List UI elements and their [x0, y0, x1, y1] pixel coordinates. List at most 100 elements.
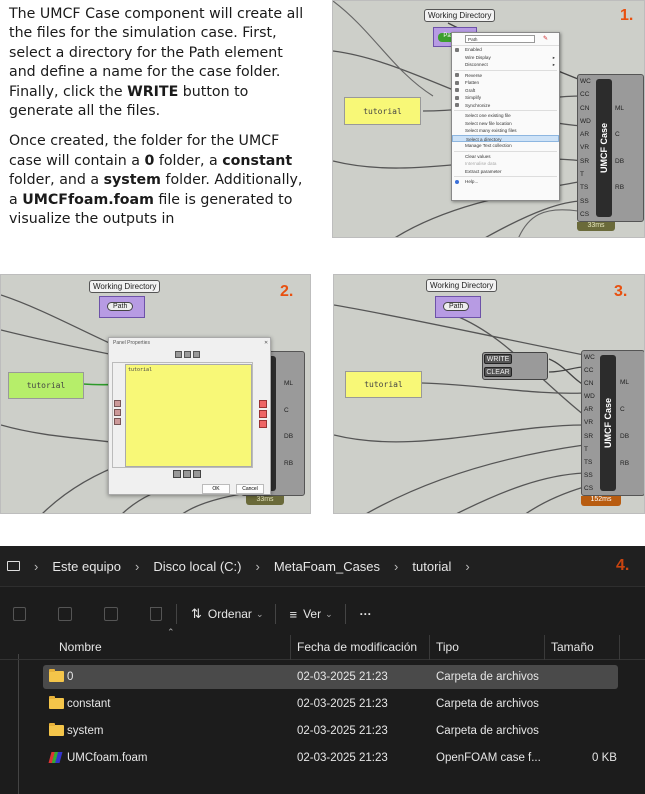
chevron-right-icon: ›: [394, 558, 399, 574]
output-c[interactable]: C: [615, 131, 624, 138]
file-row-system[interactable]: system 02-03-2025 21:23 Carpeta de archi…: [43, 719, 618, 743]
umcf-case-component[interactable]: WC CC CN WD AR VR SR T TS SS CS UMCF Cas…: [581, 350, 644, 496]
paste-icon[interactable]: [173, 470, 181, 478]
menu-item-flatten[interactable]: Flatten: [452, 79, 559, 87]
output-c[interactable]: C: [284, 407, 293, 414]
menu-item-extract[interactable]: Extract parameter: [452, 168, 559, 176]
text-panel[interactable]: tutorial: [8, 372, 84, 399]
menu-item-select-many-files[interactable]: Select many existing files: [452, 127, 559, 135]
file-row-0[interactable]: 0 02-03-2025 21:23 Carpeta de archivos: [43, 665, 618, 689]
umcf-case-component[interactable]: WC CC CN WD AR VR SR T TS SS CS UMCF Cas…: [577, 74, 644, 222]
input-cc[interactable]: CC: [584, 367, 595, 374]
align-center-icon[interactable]: [184, 351, 191, 358]
menu-item-graft[interactable]: Graft: [452, 87, 559, 95]
wrap-icon[interactable]: [259, 410, 267, 418]
menu-item-select-directory[interactable]: Select a directory: [452, 134, 559, 142]
view-button[interactable]: Ver: [303, 607, 321, 621]
column-name[interactable]: Nombre: [53, 635, 291, 660]
paste-icon[interactable]: [13, 607, 26, 621]
menu-item-clear-values[interactable]: Clear values: [452, 153, 559, 161]
input-cc[interactable]: CC: [580, 91, 591, 98]
menu-item-select-new-file[interactable]: Select new file location: [452, 120, 559, 128]
input-wd[interactable]: WD: [584, 393, 595, 400]
column-size[interactable]: Tamaño: [545, 635, 620, 660]
foam-file-keyword: UMCFfoam.foam: [22, 191, 154, 208]
input-ss[interactable]: SS: [584, 472, 595, 479]
settings-icon[interactable]: [193, 470, 201, 478]
input-vr[interactable]: VR: [584, 419, 595, 426]
more-options-button[interactable]: ···: [360, 607, 372, 621]
input-ts[interactable]: TS: [580, 184, 591, 191]
input-cs[interactable]: CS: [584, 485, 595, 492]
multiline-icon[interactable]: [259, 400, 267, 408]
menu-item-select-one-file[interactable]: Select one existing file: [452, 112, 559, 120]
input-cs[interactable]: CS: [580, 211, 591, 218]
menu-name-input[interactable]: Path: [465, 35, 535, 43]
menu-item-enabled[interactable]: Enabled: [452, 46, 559, 54]
font-icon[interactable]: [114, 400, 121, 407]
menu-item-simplify[interactable]: Simplify: [452, 94, 559, 102]
file-row-constant[interactable]: constant 02-03-2025 21:23 Carpeta de arc…: [43, 692, 618, 716]
rename-icon[interactable]: [58, 607, 72, 621]
breadcrumb-metafoam-cases[interactable]: MetaFoam_Cases: [274, 559, 380, 574]
menu-item-manage-text[interactable]: Manage Text collection: [452, 142, 559, 150]
input-ar[interactable]: AR: [580, 131, 591, 138]
menu-item-synchronize[interactable]: Synchronize: [452, 102, 559, 110]
output-db[interactable]: DB: [615, 158, 624, 165]
output-rb[interactable]: RB: [615, 184, 624, 191]
output-ml[interactable]: ML: [284, 380, 293, 387]
input-cn[interactable]: CN: [580, 105, 591, 112]
font-color-icon[interactable]: [114, 418, 121, 425]
path-param[interactable]: Path: [99, 296, 145, 318]
align-left-icon[interactable]: [175, 351, 182, 358]
clear-button[interactable]: CLEAR: [484, 367, 512, 377]
output-db[interactable]: DB: [284, 433, 293, 440]
breadcrumb-tutorial[interactable]: tutorial: [412, 559, 451, 574]
text-panel[interactable]: tutorial: [345, 371, 422, 398]
dialog-text-area[interactable]: tutorial: [125, 364, 252, 467]
share-icon[interactable]: [104, 607, 118, 621]
column-type[interactable]: Tipo: [430, 635, 545, 660]
menu-item-wire-display[interactable]: Wire Display ▸: [452, 54, 559, 62]
output-ml[interactable]: ML: [615, 105, 624, 112]
breadcrumb-local-disk[interactable]: Disco local (C:): [153, 559, 241, 574]
input-sr[interactable]: SR: [584, 433, 595, 440]
file-row-foam[interactable]: UMCfoam.foam 02-03-2025 21:23 OpenFOAM c…: [43, 746, 618, 770]
close-icon[interactable]: ✕: [264, 340, 268, 346]
step-number: 2.: [280, 283, 294, 300]
input-sr[interactable]: SR: [580, 158, 591, 165]
input-ar[interactable]: AR: [584, 406, 595, 413]
input-ts[interactable]: TS: [584, 459, 595, 466]
menu-item-help[interactable]: Help...: [452, 178, 559, 186]
output-ml[interactable]: ML: [620, 379, 629, 386]
draw-indices-icon[interactable]: [259, 420, 267, 428]
input-wd[interactable]: WD: [580, 118, 591, 125]
input-t[interactable]: T: [580, 171, 591, 178]
input-cn[interactable]: CN: [584, 380, 595, 387]
column-date-modified[interactable]: Fecha de modificación: [291, 635, 430, 660]
rename-icon[interactable]: ✎: [543, 35, 548, 42]
breadcrumb-this-pc[interactable]: Este equipo: [52, 559, 121, 574]
input-ss[interactable]: SS: [580, 198, 591, 205]
output-db[interactable]: DB: [620, 433, 629, 440]
menu-item-disconnect[interactable]: Disconnect ▸: [452, 61, 559, 69]
cancel-button[interactable]: Cancel: [236, 484, 264, 494]
font-size-icon[interactable]: [114, 409, 121, 416]
menu-item-reverse[interactable]: Reverse: [452, 72, 559, 80]
write-button[interactable]: WRITE: [484, 354, 512, 364]
output-rb[interactable]: RB: [284, 460, 293, 467]
input-vr[interactable]: VR: [580, 144, 591, 151]
sort-button[interactable]: Ordenar: [208, 607, 252, 621]
input-t[interactable]: T: [584, 446, 595, 453]
menu-item-internalise[interactable]: Internalise data: [452, 160, 559, 168]
ok-button[interactable]: OK: [202, 484, 230, 494]
delete-icon[interactable]: [150, 607, 162, 621]
input-wc[interactable]: WC: [584, 354, 595, 361]
path-param[interactable]: Path: [435, 296, 481, 318]
input-wc[interactable]: WC: [580, 78, 591, 85]
align-right-icon[interactable]: [193, 351, 200, 358]
output-rb[interactable]: RB: [620, 460, 629, 467]
copy-icon[interactable]: [183, 470, 191, 478]
output-c[interactable]: C: [620, 406, 629, 413]
text-panel[interactable]: tutorial: [344, 97, 421, 125]
